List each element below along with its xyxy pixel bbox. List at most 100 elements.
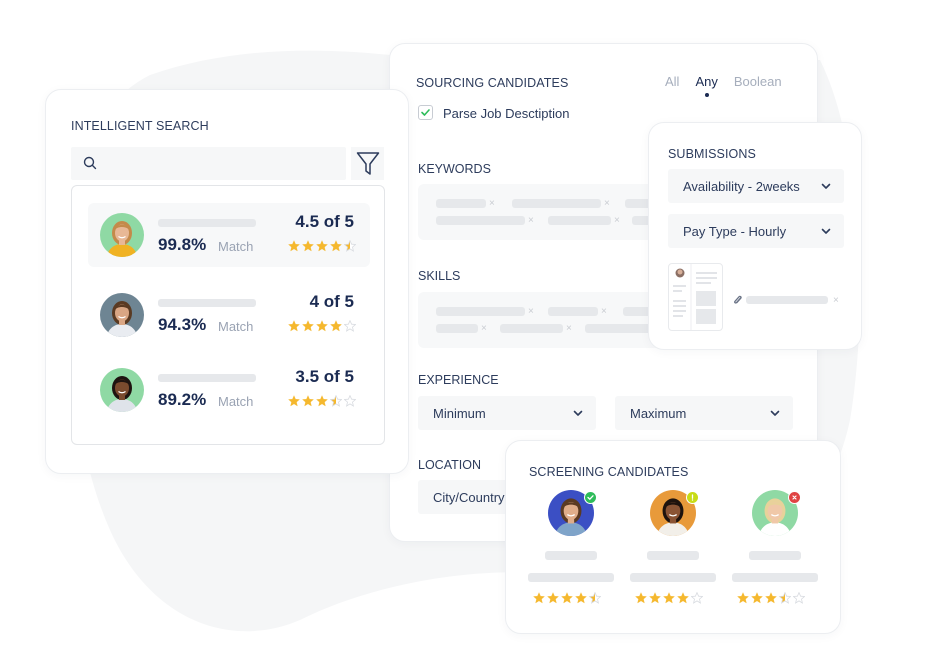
status-approved-icon [584, 491, 597, 504]
star-filled-icon [649, 592, 661, 604]
star-filled-icon [663, 592, 675, 604]
candidate-name-placeholder [158, 219, 256, 227]
rating-text: 3.5 of 5 [295, 367, 354, 386]
parse-job-description-checkbox[interactable] [418, 105, 433, 120]
star-filled-icon [575, 592, 587, 604]
match-label: Match [218, 394, 254, 409]
candidate-name-placeholder [158, 374, 256, 382]
remove-tag-icon[interactable]: × [614, 216, 620, 226]
tab-any[interactable]: Any [695, 74, 718, 97]
submissions-title: SUBMISSIONS [668, 147, 756, 161]
experience-maximum-value: Maximum [630, 406, 687, 421]
paperclip-icon [734, 295, 742, 304]
star-rating [737, 592, 805, 604]
remove-tag-icon[interactable]: × [481, 324, 487, 334]
star-half-icon [779, 592, 791, 604]
star-empty-icon [344, 320, 356, 332]
tab-boolean[interactable]: Boolean [734, 74, 782, 89]
search-results-list: 99.8% Match 4.5 of 5 94.3% Match 4 of 5 [71, 185, 385, 445]
pay-type-select[interactable]: Pay Type - Hourly [668, 214, 844, 248]
star-rating [288, 320, 356, 332]
star-filled-icon [561, 592, 573, 604]
candidate-result[interactable]: 94.3% Match 4 of 5 [88, 283, 370, 347]
search-input[interactable] [71, 147, 346, 180]
search-mode-tabs: All Any Boolean [665, 74, 782, 97]
intelligent-search-title: INTELLIGENT SEARCH [71, 119, 209, 133]
experience-minimum-select[interactable]: Minimum [418, 396, 596, 430]
parse-job-description-label: Parse Job Desctiption [443, 106, 570, 121]
availability-value: Availability - 2weeks [683, 179, 800, 194]
rating-text: 4.5 of 5 [295, 212, 354, 231]
chevron-down-icon [770, 410, 780, 416]
match-label: Match [218, 319, 254, 334]
star-half-icon [344, 240, 356, 252]
rating-text: 4 of 5 [309, 292, 354, 311]
remove-attachment-icon[interactable]: × [833, 296, 839, 306]
star-empty-icon [793, 592, 805, 604]
star-empty-icon [691, 592, 703, 604]
tab-all[interactable]: All [665, 74, 679, 89]
screening-candidate[interactable] [528, 489, 619, 619]
chevron-down-icon [821, 183, 831, 189]
star-filled-icon [677, 592, 689, 604]
candidate-name-placeholder [545, 551, 597, 560]
sourcing-title: SOURCING CANDIDATES [416, 76, 569, 90]
candidate-result[interactable]: 99.8% Match 4.5 of 5 [88, 203, 370, 267]
avatar [100, 293, 144, 337]
match-percent: 99.8% [158, 235, 207, 254]
resume-document-icon [673, 264, 717, 330]
chevron-down-icon [573, 410, 583, 416]
star-filled-icon [330, 320, 342, 332]
experience-label: EXPERIENCE [418, 373, 499, 387]
candidate-title-placeholder [732, 573, 818, 582]
candidate-name-placeholder [158, 299, 256, 307]
star-filled-icon [330, 240, 342, 252]
remove-tag-icon[interactable]: × [528, 216, 534, 226]
remove-tag-icon[interactable]: × [489, 199, 495, 209]
star-half-icon [589, 592, 601, 604]
screening-candidate[interactable] [630, 489, 721, 619]
remove-tag-icon[interactable]: × [528, 307, 534, 317]
pay-type-value: Pay Type - Hourly [683, 224, 787, 239]
candidate-result[interactable]: 89.2% Match 3.5 of 5 [88, 358, 370, 422]
match-percent: 94.3% [158, 315, 207, 334]
remove-tag-icon[interactable]: × [566, 324, 572, 334]
avatar [100, 213, 144, 257]
star-filled-icon [316, 320, 328, 332]
match-label: Match [218, 239, 254, 254]
skills-label: SKILLS [418, 269, 461, 283]
location-label: LOCATION [418, 458, 481, 472]
intelligent-search-card: INTELLIGENT SEARCH 99.8% Match 4.5 of 5 [45, 89, 409, 474]
star-filled-icon [302, 240, 314, 252]
star-filled-icon [288, 240, 300, 252]
avatar [100, 368, 144, 412]
star-filled-icon [751, 592, 763, 604]
screening-candidates-card: SCREENING CANDIDATES [505, 440, 841, 634]
candidate-title-placeholder [630, 573, 716, 582]
screening-candidate[interactable] [732, 489, 823, 619]
star-filled-icon [302, 395, 314, 407]
experience-minimum-value: Minimum [433, 406, 486, 421]
resume-thumbnail[interactable] [668, 263, 723, 331]
star-filled-icon [635, 592, 647, 604]
chevron-down-icon [821, 228, 831, 234]
star-filled-icon [533, 592, 545, 604]
filter-icon [356, 152, 380, 175]
star-filled-icon [316, 395, 328, 407]
search-icon [83, 156, 97, 170]
star-rating [533, 592, 601, 604]
remove-tag-icon[interactable]: × [601, 307, 607, 317]
star-filled-icon [302, 320, 314, 332]
checkmark-icon [421, 109, 430, 116]
submissions-card: SUBMISSIONS Availability - 2weeks Pay Ty… [648, 122, 862, 350]
star-half-icon [330, 395, 342, 407]
location-placeholder: City/Country [433, 490, 505, 505]
experience-maximum-select[interactable]: Maximum [615, 396, 793, 430]
star-filled-icon [288, 395, 300, 407]
match-percent: 89.2% [158, 390, 207, 409]
remove-tag-icon[interactable]: × [604, 199, 610, 209]
star-filled-icon [316, 240, 328, 252]
availability-select[interactable]: Availability - 2weeks [668, 169, 844, 203]
status-rejected-icon [788, 491, 801, 504]
filter-button[interactable] [351, 147, 384, 180]
